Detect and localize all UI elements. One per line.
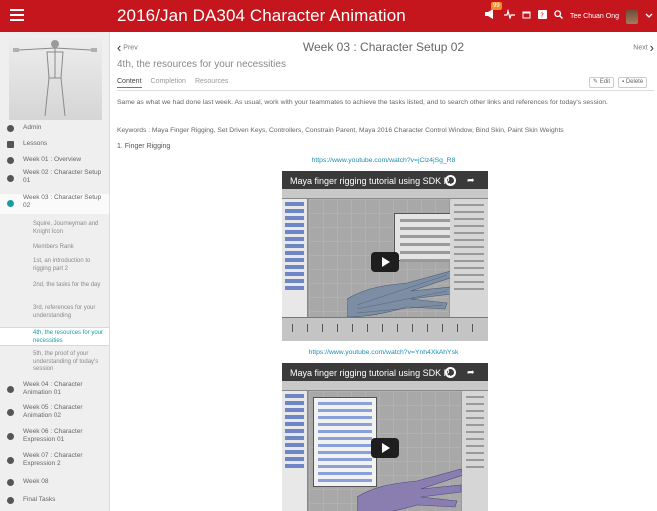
clock-icon[interactable] <box>445 367 456 378</box>
share-icon[interactable]: ➦ <box>467 367 478 378</box>
body-text: Same as what we had done last week. As u… <box>117 99 608 106</box>
course-title[interactable]: 2016/Jan DA304 Character Animation <box>117 6 406 26</box>
gear-icon <box>7 125 14 132</box>
sidebar-item-label: Final Tasks <box>23 496 56 503</box>
sidebar-subitem-squire[interactable]: Squire, Journeyman and Knight Icon <box>0 221 109 237</box>
page-subtitle: 4th, the resources for your necessities <box>117 59 286 70</box>
edit-label: Edit <box>599 79 611 85</box>
chevron-right-icon <box>7 175 14 182</box>
chevron-right-icon <box>7 409 14 416</box>
next-label: Next <box>633 44 648 52</box>
help-icon[interactable]: ? <box>537 9 547 24</box>
chevron-right-icon <box>7 457 14 464</box>
chevron-right-icon <box>7 479 14 486</box>
video-link-1[interactable]: https://www.youtube.com/watch?v=jClz4jSg… <box>110 157 657 164</box>
sidebar-subitem-label: Squire, Journeyman and Knight Icon <box>33 221 99 235</box>
video-player-2[interactable]: Maya finger rigging tutorial using SDK P… <box>282 363 488 511</box>
sidebar-item-week-05[interactable]: Week 05 : Character Animation 02 <box>0 404 109 422</box>
top-bar: 2016/Jan DA304 Character Animation 99 ? … <box>0 0 657 32</box>
sidebar-subitem-5th[interactable]: 5th, the proof of your understanding of … <box>0 351 109 375</box>
sidebar-subitem-label: 5th, the proof of your understanding of … <box>33 351 99 372</box>
sidebar-item-lessons[interactable]: Lessons <box>0 140 109 150</box>
chevron-right-icon <box>7 386 14 393</box>
chevron-left-icon: ‹ <box>117 40 122 55</box>
video-link-2[interactable]: https://www.youtube.com/watch?v=Ynh4XkAh… <box>110 349 657 356</box>
page-title: Week 03 : Character Setup 02 <box>302 40 465 54</box>
sidebar-item-label: Admin <box>23 124 42 131</box>
chevron-down-icon <box>7 200 14 207</box>
tab-content[interactable]: Content <box>117 78 142 88</box>
main-content: Week 03 : Character Setup 02 ‹ Prev Next… <box>110 32 657 511</box>
chevron-down-icon[interactable] <box>645 10 653 24</box>
sidebar: Admin Lessons Week 01 : Overview Week 02… <box>0 32 110 511</box>
sidebar-item-week-02[interactable]: Week 02 : Character Setup 01 <box>0 169 109 189</box>
sidebar-item-label: Week 07 : Character Expression 2 <box>23 452 83 467</box>
video-player-1[interactable]: Maya finger rigging tutorial using SDK P… <box>282 171 488 341</box>
sidebar-item-week-06[interactable]: Week 06 : Character Expression 01 <box>0 428 109 446</box>
chevron-right-icon <box>7 497 14 504</box>
sidebar-item-label: Week 02 : Character Setup 01 <box>23 169 102 184</box>
delete-button[interactable]: ▪ Delete <box>618 77 648 88</box>
user-name[interactable]: Tee Chuan Ong <box>570 13 619 20</box>
sidebar-item-label: Week 04 : Character Animation 01 <box>23 381 83 396</box>
sidebar-subitem-label: 4th, the resources for your necessities <box>33 330 104 344</box>
edit-button[interactable]: ✎ Edit <box>589 77 615 88</box>
book-icon <box>7 141 14 148</box>
video-title: Maya finger rigging tutorial using SDK P… <box>290 368 456 378</box>
next-link[interactable]: Next › <box>633 40 654 55</box>
sidebar-item-final-tasks[interactable]: Final Tasks <box>0 496 109 506</box>
top-toolbar: 99 ? Tee Chuan Ong <box>484 2 653 25</box>
sidebar-item-week-03[interactable]: Week 03 : Character Setup 02 <box>0 194 109 214</box>
svg-text:?: ? <box>540 11 544 19</box>
chevron-right-icon: › <box>649 40 654 55</box>
trash-icon: ▪ <box>622 79 625 85</box>
sidebar-item-week-08[interactable]: Week 08 <box>0 478 109 488</box>
sidebar-item-label: Week 08 <box>23 478 49 485</box>
sidebar-item-label: Lessons <box>23 140 48 147</box>
tab-resources[interactable]: Resources <box>195 78 228 88</box>
course-thumbnail <box>9 38 102 120</box>
announce-icon[interactable]: 99 <box>484 2 502 25</box>
search-icon[interactable] <box>554 9 563 24</box>
sidebar-item-label: Week 01 : Overview <box>23 156 82 163</box>
tab-completion[interactable]: Completion <box>151 78 186 88</box>
keywords-text: Keywords : Maya Finger Rigging, Set Driv… <box>117 127 564 134</box>
sidebar-subitem-4th[interactable]: 4th, the resources for your necessities <box>0 327 109 346</box>
delete-label: Delete <box>625 79 644 85</box>
calendar-icon[interactable] <box>522 10 531 24</box>
clock-icon[interactable] <box>445 175 456 186</box>
pulse-icon[interactable] <box>503 8 515 24</box>
sidebar-subitem-1st[interactable]: 1st, an introduction to rigging part 2 <box>0 258 109 274</box>
sidebar-subitem-label: 1st, an introduction to rigging part 2 <box>33 258 91 272</box>
sidebar-item-admin[interactable]: Admin <box>0 124 109 134</box>
hamburger-icon[interactable] <box>10 9 24 21</box>
avatar[interactable] <box>626 9 638 24</box>
pencil-icon: ✎ <box>593 79 599 85</box>
sidebar-subitem-3rd[interactable]: 3rd, references for your understanding <box>0 305 109 321</box>
play-icon[interactable] <box>371 438 399 458</box>
sidebar-subitem-label: Members Rank <box>33 244 74 250</box>
tab-bar: Content Completion Resources <box>117 78 228 88</box>
prev-label: Prev <box>123 44 138 52</box>
sidebar-item-label: Week 06 : Character Expression 01 <box>23 428 83 443</box>
sidebar-item-week-07[interactable]: Week 07 : Character Expression 2 <box>0 452 109 470</box>
section-heading: 1. Finger Rigging <box>117 143 171 150</box>
prev-link[interactable]: ‹ Prev <box>117 40 138 55</box>
sidebar-item-label: Week 03 : Character Setup 02 <box>23 194 102 209</box>
play-icon[interactable] <box>371 252 399 272</box>
divider <box>117 90 654 91</box>
sidebar-subitem-members-rank[interactable]: Members Rank <box>0 244 109 253</box>
sidebar-subitem-label: 3rd, references for your understanding <box>33 305 96 319</box>
chevron-right-icon <box>7 433 14 440</box>
sidebar-item-label: Week 05 : Character Animation 02 <box>23 404 83 419</box>
sidebar-item-week-04[interactable]: Week 04 : Character Animation 01 <box>0 381 109 399</box>
share-icon[interactable]: ➦ <box>467 175 478 186</box>
sidebar-item-week-01[interactable]: Week 01 : Overview <box>0 156 109 166</box>
video-title: Maya finger rigging tutorial using SDK P… <box>290 176 456 186</box>
notification-badge: 99 <box>490 2 502 10</box>
chevron-right-icon <box>7 157 14 164</box>
sidebar-subitem-label: 2nd, the tasks for the day <box>33 282 101 288</box>
sidebar-subitem-2nd[interactable]: 2nd, the tasks for the day <box>0 282 109 298</box>
